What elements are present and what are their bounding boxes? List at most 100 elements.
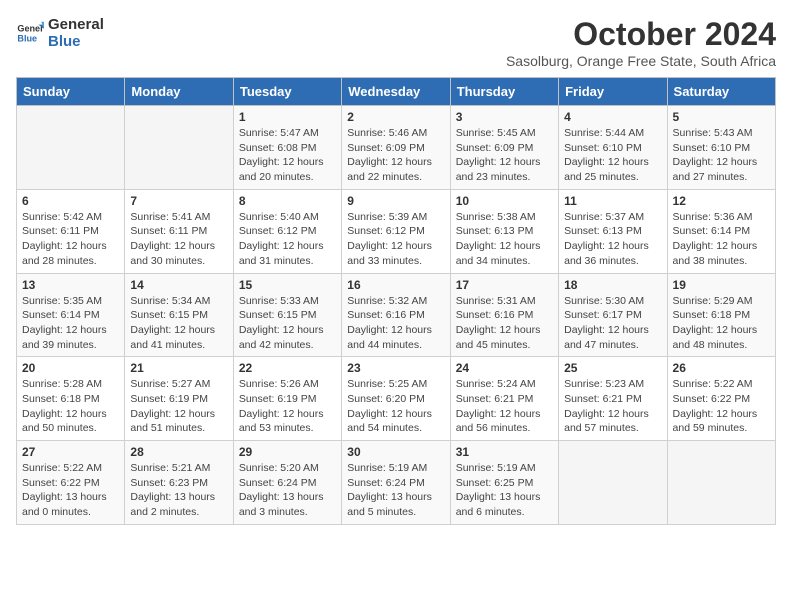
calendar-cell: 16Sunrise: 5:32 AM Sunset: 6:16 PM Dayli…: [342, 273, 450, 357]
day-info: Sunrise: 5:19 AM Sunset: 6:25 PM Dayligh…: [456, 461, 553, 520]
calendar-cell: [17, 106, 125, 190]
day-info: Sunrise: 5:37 AM Sunset: 6:13 PM Dayligh…: [564, 210, 661, 269]
header-monday: Monday: [125, 78, 233, 106]
calendar-cell: 18 Sunrise: 5:30 AM Sunset: 6:17 PM Dayli…: [559, 273, 667, 357]
day-number: 8: [239, 194, 336, 208]
header-row: SundayMondayTuesdayWednesdayThursdayFrid…: [17, 78, 776, 106]
day-number: 24: [456, 361, 553, 375]
day-number: 19: [673, 278, 770, 292]
calendar-cell: 1Sunrise: 5:47 AM Sunset: 6:08 PM Daylig…: [233, 106, 341, 190]
calendar-cell: 15 Sunrise: 5:33 AM Sunset: 6:15 PM Dayli…: [233, 273, 341, 357]
day-number: 23: [347, 361, 444, 375]
calendar-cell: 10 Sunrise: 5:38 AM Sunset: 6:13 PM Dayli…: [450, 189, 558, 273]
calendar-cell: 22Sunrise: 5:26 AM Sunset: 6:19 PM Dayli…: [233, 357, 341, 441]
calendar-body: 1Sunrise: 5:47 AM Sunset: 6:08 PM Daylig…: [17, 106, 776, 525]
day-info: Sunrise: 5:22 AM Sunset: 6:22 PM Dayligh…: [673, 377, 770, 436]
day-info: Sunrise: 5:23 AM Sunset: 6:21 PM Dayligh…: [564, 377, 661, 436]
day-number: 15: [239, 278, 336, 292]
svg-text:Blue: Blue: [17, 33, 37, 43]
calendar-header: SundayMondayTuesdayWednesdayThursdayFrid…: [17, 78, 776, 106]
day-number: 29: [239, 445, 336, 459]
header-sunday: Sunday: [17, 78, 125, 106]
day-info: Sunrise: 5:27 AM Sunset: 6:19 PM Dayligh…: [130, 377, 227, 436]
day-number: 27: [22, 445, 119, 459]
calendar-cell: 28 Sunrise: 5:21 AM Sunset: 6:23 PM Dayli…: [125, 441, 233, 525]
day-info: Sunrise: 5:43 AM Sunset: 6:10 PM Dayligh…: [673, 126, 770, 185]
day-info: Sunrise: 5:34 AM Sunset: 6:15 PM Dayligh…: [130, 294, 227, 353]
day-info: Sunrise: 5:25 AM Sunset: 6:20 PM Dayligh…: [347, 377, 444, 436]
header-tuesday: Tuesday: [233, 78, 341, 106]
day-number: 9: [347, 194, 444, 208]
page-header: General Blue General Blue October 2024 S…: [16, 16, 776, 69]
calendar-cell: [667, 441, 775, 525]
logo: General Blue General Blue: [16, 16, 104, 50]
logo-text-blue: Blue: [48, 33, 104, 50]
day-number: 18: [564, 278, 661, 292]
calendar-cell: 24 Sunrise: 5:24 AM Sunset: 6:21 PM Dayli…: [450, 357, 558, 441]
day-info: Sunrise: 5:29 AM Sunset: 6:18 PM Dayligh…: [673, 294, 770, 353]
calendar-cell: 14 Sunrise: 5:34 AM Sunset: 6:15 PM Dayli…: [125, 273, 233, 357]
calendar-cell: 20Sunrise: 5:28 AM Sunset: 6:18 PM Dayli…: [17, 357, 125, 441]
calendar-week-2: 6Sunrise: 5:42 AM Sunset: 6:11 PM Daylig…: [17, 189, 776, 273]
calendar-cell: 25Sunrise: 5:23 AM Sunset: 6:21 PM Dayli…: [559, 357, 667, 441]
calendar-week-4: 20Sunrise: 5:28 AM Sunset: 6:18 PM Dayli…: [17, 357, 776, 441]
calendar-cell: 30Sunrise: 5:19 AM Sunset: 6:24 PM Dayli…: [342, 441, 450, 525]
day-number: 20: [22, 361, 119, 375]
calendar-cell: 3 Sunrise: 5:45 AM Sunset: 6:09 PM Daylig…: [450, 106, 558, 190]
calendar-cell: 11Sunrise: 5:37 AM Sunset: 6:13 PM Dayli…: [559, 189, 667, 273]
day-number: 4: [564, 110, 661, 124]
calendar-cell: 6Sunrise: 5:42 AM Sunset: 6:11 PM Daylig…: [17, 189, 125, 273]
day-number: 5: [673, 110, 770, 124]
calendar-cell: 21Sunrise: 5:27 AM Sunset: 6:19 PM Dayli…: [125, 357, 233, 441]
day-info: Sunrise: 5:26 AM Sunset: 6:19 PM Dayligh…: [239, 377, 336, 436]
header-saturday: Saturday: [667, 78, 775, 106]
day-number: 16: [347, 278, 444, 292]
day-info: Sunrise: 5:24 AM Sunset: 6:21 PM Dayligh…: [456, 377, 553, 436]
header-thursday: Thursday: [450, 78, 558, 106]
header-wednesday: Wednesday: [342, 78, 450, 106]
day-info: Sunrise: 5:30 AM Sunset: 6:17 PM Dayligh…: [564, 294, 661, 353]
header-friday: Friday: [559, 78, 667, 106]
day-info: Sunrise: 5:21 AM Sunset: 6:23 PM Dayligh…: [130, 461, 227, 520]
day-number: 3: [456, 110, 553, 124]
day-number: 14: [130, 278, 227, 292]
day-number: 6: [22, 194, 119, 208]
day-info: Sunrise: 5:41 AM Sunset: 6:11 PM Dayligh…: [130, 210, 227, 269]
calendar-cell: 13 Sunrise: 5:35 AM Sunset: 6:14 PM Dayli…: [17, 273, 125, 357]
day-info: Sunrise: 5:44 AM Sunset: 6:10 PM Dayligh…: [564, 126, 661, 185]
day-info: Sunrise: 5:22 AM Sunset: 6:22 PM Dayligh…: [22, 461, 119, 520]
calendar-week-1: 1Sunrise: 5:47 AM Sunset: 6:08 PM Daylig…: [17, 106, 776, 190]
calendar-cell: 5 Sunrise: 5:43 AM Sunset: 6:10 PM Daylig…: [667, 106, 775, 190]
location-subtitle: Sasolburg, Orange Free State, South Afri…: [506, 53, 776, 69]
day-info: Sunrise: 5:39 AM Sunset: 6:12 PM Dayligh…: [347, 210, 444, 269]
day-number: 30: [347, 445, 444, 459]
day-info: Sunrise: 5:31 AM Sunset: 6:16 PM Dayligh…: [456, 294, 553, 353]
day-number: 13: [22, 278, 119, 292]
day-number: 10: [456, 194, 553, 208]
day-info: Sunrise: 5:20 AM Sunset: 6:24 PM Dayligh…: [239, 461, 336, 520]
calendar-cell: 9 Sunrise: 5:39 AM Sunset: 6:12 PM Daylig…: [342, 189, 450, 273]
calendar-cell: 23 Sunrise: 5:25 AM Sunset: 6:20 PM Dayli…: [342, 357, 450, 441]
calendar-cell: 29 Sunrise: 5:20 AM Sunset: 6:24 PM Dayli…: [233, 441, 341, 525]
logo-icon: General Blue: [16, 19, 44, 47]
calendar-week-5: 27 Sunrise: 5:22 AM Sunset: 6:22 PM Dayli…: [17, 441, 776, 525]
day-number: 28: [130, 445, 227, 459]
day-info: Sunrise: 5:46 AM Sunset: 6:09 PM Dayligh…: [347, 126, 444, 185]
day-info: Sunrise: 5:40 AM Sunset: 6:12 PM Dayligh…: [239, 210, 336, 269]
day-number: 12: [673, 194, 770, 208]
day-number: 2: [347, 110, 444, 124]
day-info: Sunrise: 5:38 AM Sunset: 6:13 PM Dayligh…: [456, 210, 553, 269]
day-number: 31: [456, 445, 553, 459]
calendar-cell: 17Sunrise: 5:31 AM Sunset: 6:16 PM Dayli…: [450, 273, 558, 357]
day-info: Sunrise: 5:33 AM Sunset: 6:15 PM Dayligh…: [239, 294, 336, 353]
day-info: Sunrise: 5:36 AM Sunset: 6:14 PM Dayligh…: [673, 210, 770, 269]
calendar-cell: 19 Sunrise: 5:29 AM Sunset: 6:18 PM Dayli…: [667, 273, 775, 357]
calendar-cell: 12 Sunrise: 5:36 AM Sunset: 6:14 PM Dayli…: [667, 189, 775, 273]
day-info: Sunrise: 5:35 AM Sunset: 6:14 PM Dayligh…: [22, 294, 119, 353]
day-info: Sunrise: 5:45 AM Sunset: 6:09 PM Dayligh…: [456, 126, 553, 185]
day-number: 7: [130, 194, 227, 208]
calendar-cell: 2 Sunrise: 5:46 AM Sunset: 6:09 PM Daylig…: [342, 106, 450, 190]
title-section: October 2024 Sasolburg, Orange Free Stat…: [506, 16, 776, 69]
calendar-cell: 4 Sunrise: 5:44 AM Sunset: 6:10 PM Daylig…: [559, 106, 667, 190]
calendar-cell: 8 Sunrise: 5:40 AM Sunset: 6:12 PM Daylig…: [233, 189, 341, 273]
